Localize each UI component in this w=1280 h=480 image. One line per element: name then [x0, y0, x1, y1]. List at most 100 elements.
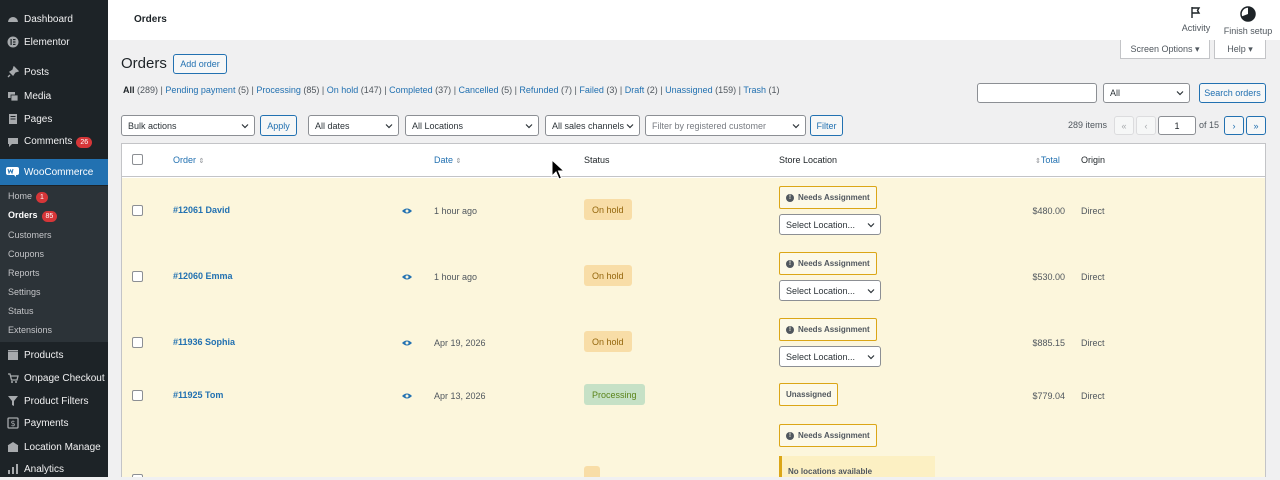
- submenu-status[interactable]: Status: [0, 303, 108, 319]
- sidebar-item-location-manage[interactable]: Location Manage: [0, 436, 108, 458]
- submenu-orders[interactable]: Orders 85: [0, 208, 108, 224]
- order-total: $530.00: [1032, 272, 1065, 282]
- sidebar-item-posts[interactable]: Posts: [0, 61, 108, 83]
- chevron-down-icon: [626, 123, 634, 128]
- bulk-actions-select[interactable]: Bulk actions: [121, 115, 255, 136]
- last-page-button[interactable]: »: [1246, 116, 1266, 135]
- search-scope-select[interactable]: All: [1103, 83, 1190, 103]
- status-filter-draft[interactable]: Draft (2): [625, 85, 658, 95]
- table-row[interactable]: #11925 Tom Apr 13, 2026 Processing Unass…: [122, 376, 1265, 416]
- origin-column-header: Origin: [1081, 155, 1106, 165]
- status-filter-pending-payment[interactable]: Pending payment (5): [165, 85, 249, 95]
- preview-eye-icon[interactable]: [402, 392, 412, 400]
- order-link[interactable]: #11925 Tom: [173, 390, 223, 400]
- status-filter-refunded[interactable]: Refunded (7): [519, 85, 572, 95]
- row-checkbox[interactable]: [132, 205, 143, 216]
- order-origin: Direct: [1081, 272, 1105, 282]
- preview-eye-icon[interactable]: [402, 273, 412, 281]
- sidebar-item-woocommerce[interactable]: WooCommerce: [0, 159, 108, 185]
- sidebar-item-onpage-checkout[interactable]: Onpage Checkout: [0, 367, 108, 389]
- submenu-extensions[interactable]: Extensions: [0, 322, 108, 338]
- sidebar-item-product-filters[interactable]: Product Filters: [0, 390, 108, 412]
- cart-icon: [6, 372, 19, 385]
- submenu-home[interactable]: Home 1: [0, 189, 108, 205]
- preview-eye-icon[interactable]: [402, 207, 412, 215]
- location-select[interactable]: Select Location...: [779, 346, 881, 367]
- warning-icon: !: [786, 431, 794, 440]
- finish-setup-button[interactable]: Finish setup: [1222, 6, 1274, 36]
- order-date: 1 hour ago: [434, 206, 478, 216]
- search-input[interactable]: [977, 83, 1097, 103]
- woo-icon: [6, 166, 19, 179]
- sort-icon: ⇕: [198, 158, 205, 165]
- filter-button[interactable]: Filter: [810, 115, 843, 136]
- add-order-button[interactable]: Add order: [173, 54, 227, 74]
- location-select[interactable]: Select Location...: [779, 214, 881, 235]
- status-filter-unassigned[interactable]: Unassigned (159): [665, 85, 736, 95]
- status-column-header: Status: [584, 155, 610, 165]
- row-checkbox[interactable]: [132, 271, 143, 282]
- help-button[interactable]: Help ▾: [1214, 40, 1266, 59]
- customer-filter-select[interactable]: Filter by registered customer: [645, 115, 806, 136]
- analytics-icon: [6, 463, 19, 476]
- submenu-reports[interactable]: Reports: [0, 265, 108, 281]
- page-title: Orders: [121, 55, 167, 72]
- sidebar-item-dashboard[interactable]: Dashboard: [0, 8, 108, 30]
- status-badge: On hold: [584, 199, 632, 220]
- select-all-checkbox[interactable]: [132, 154, 143, 165]
- flag-icon: [1181, 6, 1211, 21]
- row-checkbox[interactable]: [132, 337, 143, 348]
- order-date: Apr 19, 2026: [434, 338, 486, 348]
- sidebar-item-media[interactable]: Media: [0, 85, 108, 107]
- status-filter-cancelled[interactable]: Cancelled (5): [459, 85, 513, 95]
- location-select[interactable]: Select Location...: [779, 280, 881, 301]
- order-total: $779.04: [1032, 391, 1065, 401]
- locations-filter-select[interactable]: All Locations: [405, 115, 539, 136]
- activity-button[interactable]: Activity: [1181, 6, 1211, 33]
- order-link[interactable]: #11936 Sophia: [173, 337, 235, 347]
- order-link[interactable]: #12060 Emma: [173, 271, 233, 281]
- table-row[interactable]: #11936 Sophia Apr 19, 2026 On hold ! Need…: [122, 310, 1265, 376]
- sales-channels-select[interactable]: All sales channels: [545, 115, 640, 136]
- total-column-header[interactable]: ⇕Total: [1035, 155, 1060, 165]
- table-row[interactable]: #12061 David 1 hour ago On hold ! Needs A…: [122, 178, 1265, 244]
- prev-page-button[interactable]: ‹: [1136, 116, 1156, 135]
- status-filter-trash[interactable]: Trash (1): [743, 85, 779, 95]
- status-filter-on-hold[interactable]: On hold (147): [327, 85, 382, 95]
- first-page-button[interactable]: «: [1114, 116, 1134, 135]
- current-page-input[interactable]: 1: [1158, 116, 1196, 135]
- sidebar-item-payments[interactable]: $ Payments: [0, 412, 108, 434]
- store-location-column-header: Store Location: [779, 155, 838, 165]
- table-row[interactable]: #12060 Emma 1 hour ago On hold ! Needs As…: [122, 244, 1265, 310]
- status-filter-all[interactable]: All (289): [123, 85, 158, 95]
- status-filter-failed[interactable]: Failed (3): [579, 85, 617, 95]
- submenu-customers[interactable]: Customers: [0, 227, 108, 243]
- preview-eye-icon[interactable]: [402, 339, 412, 347]
- row-checkbox[interactable]: [132, 390, 143, 401]
- sidebar-item-products[interactable]: Products: [0, 344, 108, 366]
- order-column-header[interactable]: Order ⇕: [173, 155, 204, 165]
- orders-table: Order ⇕ Date ⇕ Status Store Location ⇕To…: [121, 143, 1266, 477]
- next-page-button[interactable]: ›: [1224, 116, 1244, 135]
- submenu-coupons[interactable]: Coupons: [0, 246, 108, 262]
- dates-filter-select[interactable]: All dates: [308, 115, 399, 136]
- table-row[interactable]: ! Needs Assignment No locations available: [122, 416, 1265, 477]
- needs-assignment-badge: ! Needs Assignment: [779, 252, 877, 275]
- chevron-down-icon: [867, 289, 875, 294]
- sidebar-item-elementor[interactable]: Elementor: [0, 31, 108, 53]
- sidebar-item-pages[interactable]: Pages: [0, 108, 108, 130]
- status-badge: On hold: [584, 331, 632, 352]
- order-link[interactable]: #12061 David: [173, 205, 230, 215]
- screen-options-button[interactable]: Screen Options ▾: [1120, 40, 1210, 59]
- sidebar-item-comments[interactable]: Comments 26: [0, 131, 108, 153]
- status-filter-processing[interactable]: Processing (85): [256, 85, 319, 95]
- date-column-header[interactable]: Date ⇕: [434, 155, 461, 165]
- submenu-settings[interactable]: Settings: [0, 284, 108, 300]
- chevron-down-icon: [792, 123, 800, 128]
- apply-button[interactable]: Apply: [260, 115, 297, 136]
- products-icon: [6, 349, 19, 362]
- status-filter-completed[interactable]: Completed (37): [389, 85, 451, 95]
- search-orders-button[interactable]: Search orders: [1199, 83, 1266, 103]
- header-title: Orders: [134, 14, 167, 25]
- order-origin: Direct: [1081, 391, 1105, 401]
